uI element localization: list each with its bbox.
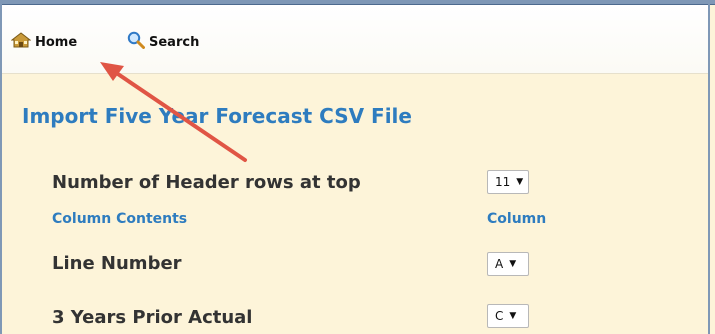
header-rows-label: Number of Header rows at top	[52, 172, 361, 193]
header-rows-value: 11	[495, 175, 511, 189]
three-years-prior-actual-select[interactable]: C ▼	[487, 304, 529, 328]
header-rows-select[interactable]: 11 ▼	[487, 170, 529, 194]
home-button[interactable]: Home	[10, 32, 78, 52]
search-icon	[127, 31, 149, 53]
dropdown-arrow-icon: ▼	[516, 177, 524, 187]
dropdown-arrow-icon: ▼	[509, 311, 517, 321]
toolbar: Home Search	[2, 5, 708, 74]
column-contents-heading: Column Contents	[52, 211, 188, 227]
line-number-label: Line Number	[52, 253, 182, 274]
three-years-prior-actual-value: C	[495, 309, 504, 323]
home-icon	[10, 32, 35, 52]
page-title: Import Five Year Forecast CSV File	[22, 104, 412, 128]
dropdown-arrow-icon: ▼	[509, 259, 517, 269]
line-number-select[interactable]: A ▼	[487, 252, 529, 276]
line-number-value: A	[495, 257, 504, 271]
search-button[interactable]: Search	[127, 31, 200, 53]
column-heading: Column	[487, 211, 547, 227]
three-years-prior-actual-label: 3 Years Prior Actual	[52, 307, 253, 328]
window-right-border	[708, 0, 710, 334]
search-button-label: Search	[149, 34, 200, 50]
home-button-label: Home	[35, 34, 78, 50]
